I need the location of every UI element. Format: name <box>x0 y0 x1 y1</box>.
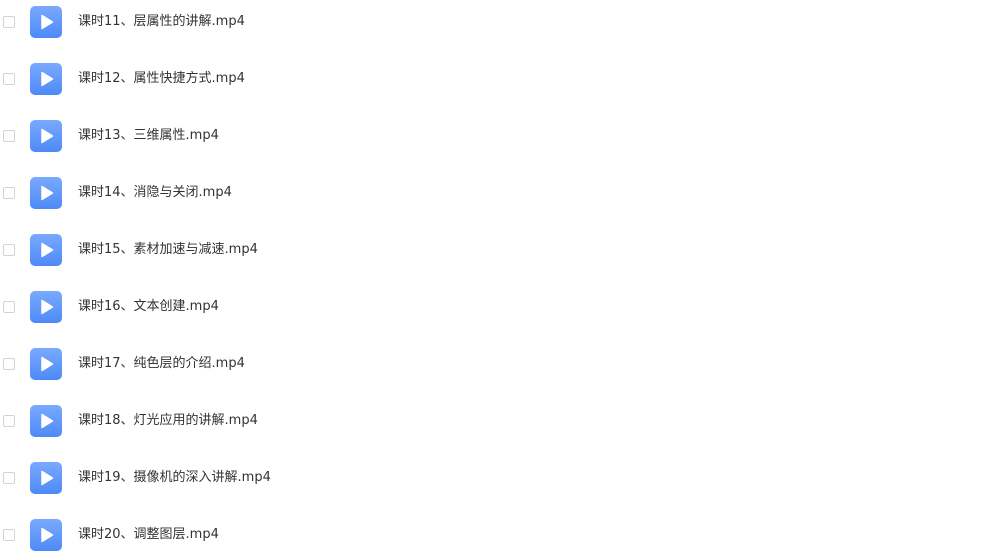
file-row[interactable]: 课时18、灯光应用的讲解.mp4 <box>0 402 1001 442</box>
file-name[interactable]: 课时20、调整图层.mp4 <box>78 527 219 543</box>
file-row[interactable]: 课时17、纯色层的介绍.mp4 <box>0 345 1001 385</box>
file-name[interactable]: 课时13、三维属性.mp4 <box>78 128 219 144</box>
file-name[interactable]: 课时15、素材加速与减速.mp4 <box>78 242 258 258</box>
select-checkbox[interactable] <box>3 244 15 256</box>
select-checkbox[interactable] <box>3 16 15 28</box>
play-video-icon[interactable] <box>30 405 62 437</box>
file-name[interactable]: 课时19、摄像机的深入讲解.mp4 <box>78 470 271 486</box>
select-checkbox[interactable] <box>3 301 15 313</box>
file-name[interactable]: 课时16、文本创建.mp4 <box>78 299 219 315</box>
file-row[interactable]: 课时15、素材加速与减速.mp4 <box>0 231 1001 271</box>
play-video-icon[interactable] <box>30 6 62 38</box>
play-video-icon[interactable] <box>30 291 62 323</box>
file-name[interactable]: 课时12、属性快捷方式.mp4 <box>78 71 245 87</box>
file-row[interactable]: 课时12、属性快捷方式.mp4 <box>0 60 1001 100</box>
play-video-icon[interactable] <box>30 63 62 95</box>
select-checkbox[interactable] <box>3 130 15 142</box>
play-video-icon[interactable] <box>30 234 62 266</box>
select-checkbox[interactable] <box>3 73 15 85</box>
file-name[interactable]: 课时17、纯色层的介绍.mp4 <box>78 356 245 372</box>
file-list: 课时11、层属性的讲解.mp4 课时12、属性快捷方式.mp4 课时13、三维属… <box>0 0 1001 559</box>
file-name[interactable]: 课时11、层属性的讲解.mp4 <box>78 14 245 30</box>
file-row[interactable]: 课时20、调整图层.mp4 <box>0 516 1001 556</box>
file-row[interactable]: 课时14、消隐与关闭.mp4 <box>0 174 1001 214</box>
select-checkbox[interactable] <box>3 187 15 199</box>
play-video-icon[interactable] <box>30 348 62 380</box>
file-name[interactable]: 课时14、消隐与关闭.mp4 <box>78 185 232 201</box>
play-video-icon[interactable] <box>30 462 62 494</box>
file-row[interactable]: 课时19、摄像机的深入讲解.mp4 <box>0 459 1001 499</box>
select-checkbox[interactable] <box>3 529 15 541</box>
select-checkbox[interactable] <box>3 358 15 370</box>
file-row[interactable]: 课时13、三维属性.mp4 <box>0 117 1001 157</box>
play-video-icon[interactable] <box>30 177 62 209</box>
play-video-icon[interactable] <box>30 120 62 152</box>
play-video-icon[interactable] <box>30 519 62 551</box>
file-row[interactable]: 课时16、文本创建.mp4 <box>0 288 1001 328</box>
select-checkbox[interactable] <box>3 415 15 427</box>
file-row[interactable]: 课时11、层属性的讲解.mp4 <box>0 3 1001 43</box>
file-name[interactable]: 课时18、灯光应用的讲解.mp4 <box>78 413 258 429</box>
select-checkbox[interactable] <box>3 472 15 484</box>
